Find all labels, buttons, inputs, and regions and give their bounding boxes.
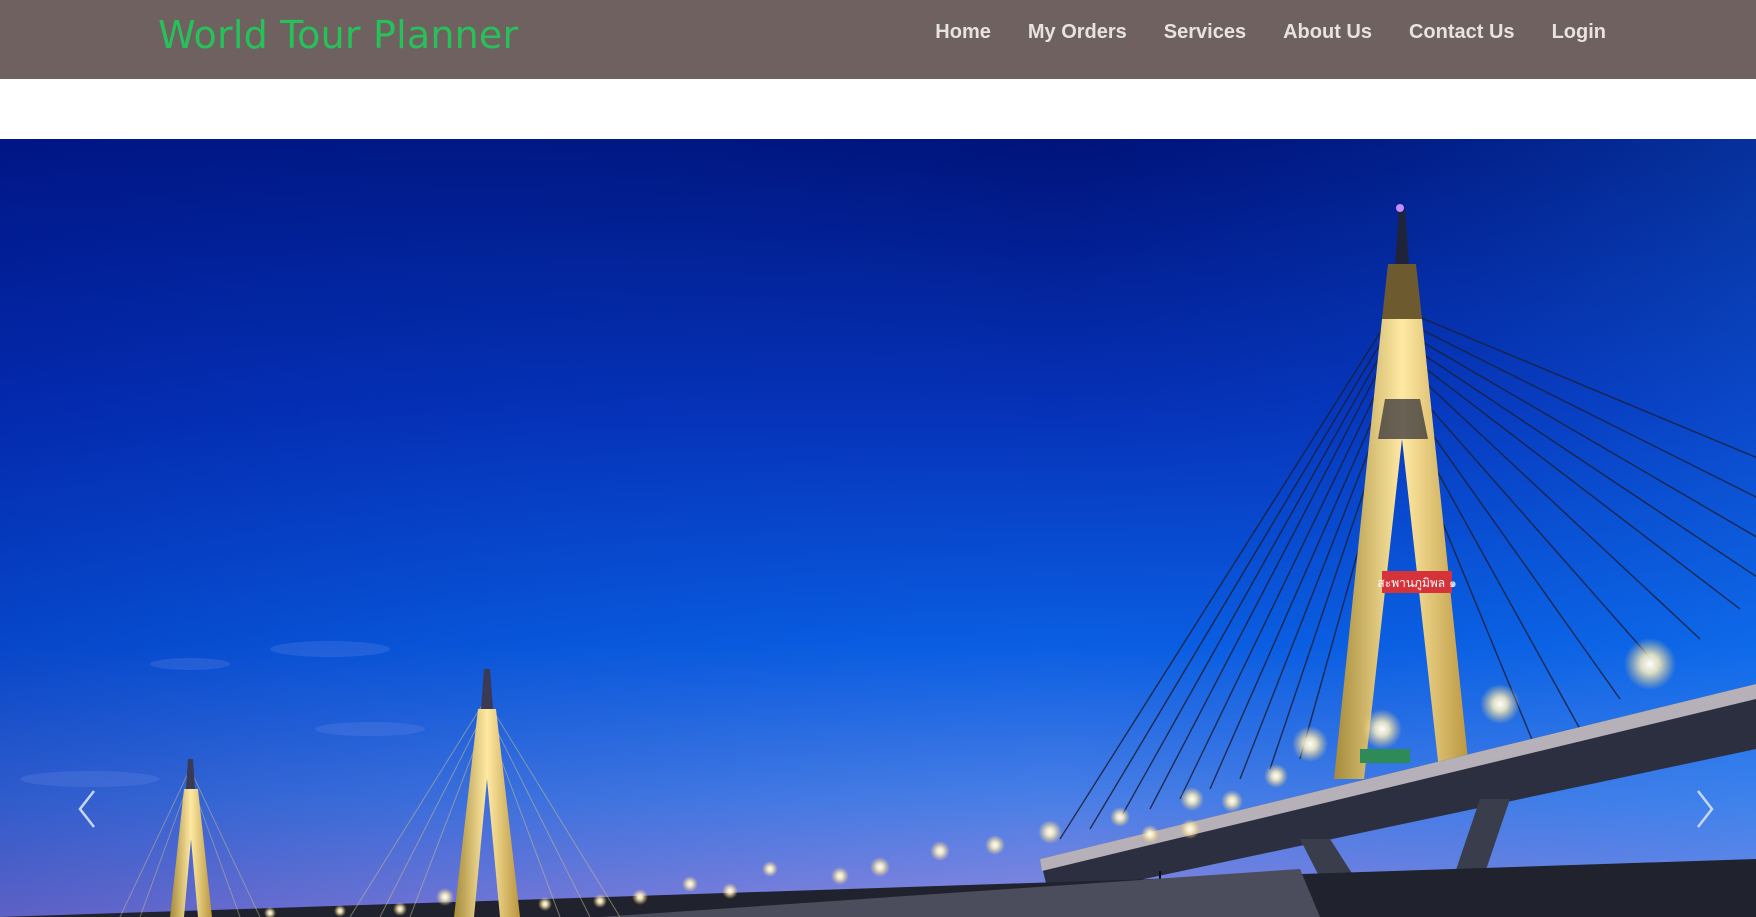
nav-link-home[interactable]: Home	[935, 21, 991, 43]
nav-item-home: Home	[935, 19, 991, 45]
header-spacer	[0, 79, 1756, 139]
carousel-next-button[interactable]	[1684, 779, 1724, 839]
nav-link-services[interactable]: Services	[1164, 21, 1246, 43]
nav-link-login[interactable]: Login	[1552, 21, 1606, 43]
nav-item-about-us: About Us	[1283, 19, 1372, 45]
top-navbar: World Tour Planner Home My Orders Servic…	[0, 0, 1756, 79]
nav-link-about-us[interactable]: About Us	[1283, 21, 1372, 43]
chevron-right-icon	[1697, 790, 1714, 828]
nav-item-login: Login	[1552, 19, 1606, 45]
carousel-prev-button[interactable]	[68, 779, 108, 839]
nav-item-my-orders: My Orders	[1028, 19, 1127, 45]
nav-link-my-orders[interactable]: My Orders	[1028, 21, 1127, 43]
bridge-sign-text: สะพานภูมิพล ๑	[1377, 576, 1456, 591]
chevron-left-icon	[78, 790, 95, 828]
nav-item-services: Services	[1164, 19, 1246, 45]
nav-item-contact-us: Contact Us	[1409, 19, 1515, 45]
nav-link-contact-us[interactable]: Contact Us	[1409, 21, 1515, 43]
hero-slide-image: สะพานภูมิพล ๑	[0, 139, 1756, 917]
brand-logo-link[interactable]: World Tour Planner	[158, 11, 518, 59]
nav-menu: Home My Orders Services About Us Contact…	[898, 19, 1606, 45]
hero-carousel: สะพานภูมิพล ๑	[0, 139, 1756, 917]
